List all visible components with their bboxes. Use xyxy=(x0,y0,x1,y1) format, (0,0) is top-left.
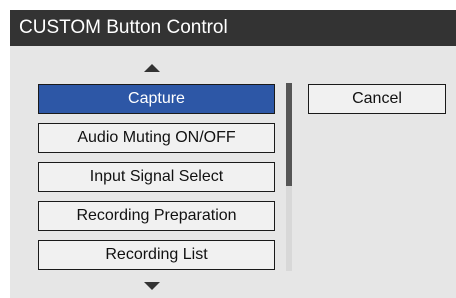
cancel-button[interactable]: Cancel xyxy=(308,84,446,114)
list-item-recording-list[interactable]: Recording List xyxy=(38,240,275,270)
list-item-capture[interactable]: Capture xyxy=(38,84,275,114)
custom-button-control-dialog: CUSTOM Button Control Capture Audio Muti… xyxy=(10,10,456,298)
scroll-up-arrow-icon[interactable] xyxy=(144,64,160,72)
list-scrollbar[interactable] xyxy=(286,83,292,271)
list-item-recording-preparation[interactable]: Recording Preparation xyxy=(38,201,275,231)
scroll-down-arrow-icon[interactable] xyxy=(144,282,160,290)
list-item-audio-muting[interactable]: Audio Muting ON/OFF xyxy=(38,123,275,153)
list-item-input-signal-select[interactable]: Input Signal Select xyxy=(38,162,275,192)
dialog-title: CUSTOM Button Control xyxy=(10,10,456,46)
scrollbar-thumb[interactable] xyxy=(286,83,292,186)
